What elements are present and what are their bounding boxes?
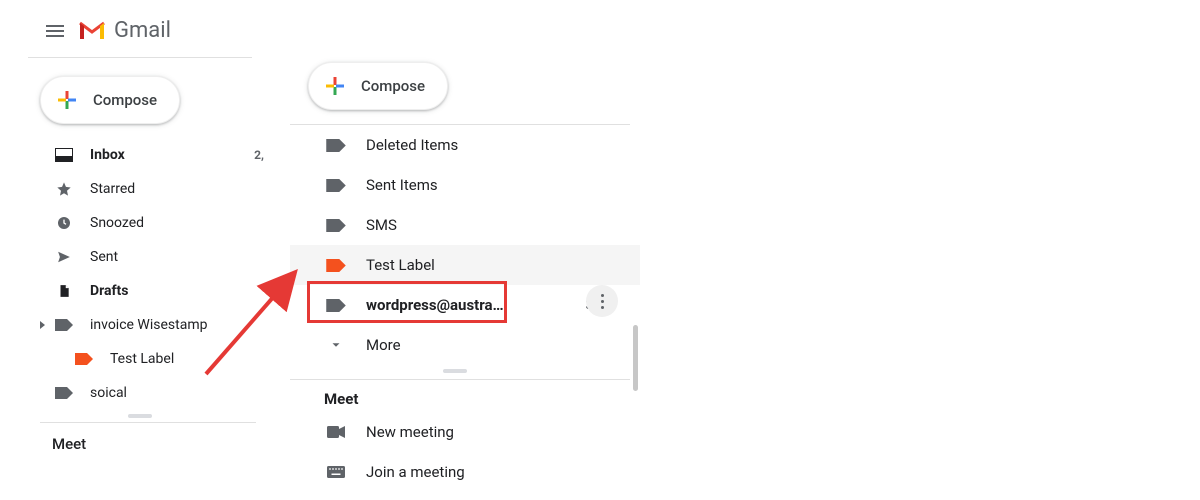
- label-icon: [326, 259, 346, 272]
- clock-icon: [56, 215, 72, 231]
- meet-new-meeting[interactable]: New meeting: [290, 412, 640, 452]
- gmail-m-icon: [78, 20, 106, 42]
- nav-soical[interactable]: soical: [0, 376, 280, 410]
- nav-test-label[interactable]: Test Label: [0, 342, 280, 376]
- label-options-button[interactable]: [586, 285, 618, 317]
- compose-label-right: Compose: [361, 77, 425, 95]
- resize-handle[interactable]: [0, 414, 280, 422]
- nav-soical-label: soical: [90, 385, 268, 401]
- more-label: More: [366, 336, 640, 354]
- nav-drafts[interactable]: Drafts: [0, 274, 280, 308]
- meet-join-meeting[interactable]: Join a meeting: [290, 452, 640, 492]
- nav-inbox-label: Inbox: [90, 147, 254, 163]
- main-menu-icon[interactable]: [46, 25, 64, 37]
- file-icon: [57, 283, 71, 299]
- nav-starred[interactable]: Starred: [0, 172, 280, 206]
- expand-caret-icon[interactable]: [40, 321, 45, 329]
- app-header: Gmail: [0, 0, 280, 57]
- label-sms-text: SMS: [366, 216, 640, 234]
- left-sidebar: Gmail Compose Inbox 2, Starred Snoozed S…: [0, 0, 280, 500]
- nav-test-label-text: Test Label: [110, 351, 268, 367]
- compose-button-right[interactable]: Compose: [308, 62, 448, 110]
- label-test-text: Test Label: [366, 256, 640, 274]
- label-deleted-items[interactable]: Deleted Items: [290, 125, 640, 165]
- scrollbar-thumb[interactable]: [633, 325, 638, 391]
- label-sms[interactable]: SMS: [290, 205, 640, 245]
- nav-drafts-label: Drafts: [90, 283, 268, 299]
- meet-section-header-right: Meet: [290, 380, 640, 412]
- app-name: Gmail: [114, 18, 171, 43]
- send-icon: [55, 250, 73, 264]
- plus-icon: [55, 88, 79, 112]
- meet-join-text: Join a meeting: [366, 463, 465, 481]
- nav-inbox[interactable]: Inbox 2,: [0, 138, 280, 172]
- right-labels-list: Deleted Items Sent Items SMS Test Label …: [290, 125, 640, 365]
- nav-invoice[interactable]: invoice Wisestamp: [0, 308, 280, 342]
- star-icon: [56, 181, 72, 197]
- label-icon: [326, 299, 346, 312]
- label-test-label[interactable]: Test Label: [290, 245, 640, 285]
- label-icon: [55, 387, 73, 399]
- nav-inbox-count: 2,: [254, 148, 264, 162]
- label-icon: [326, 219, 346, 232]
- label-wordpress-text: wordpress@austra…: [366, 296, 585, 314]
- label-icon: [326, 139, 346, 152]
- label-sent-text: Sent Items: [366, 176, 640, 194]
- label-sent-items[interactable]: Sent Items: [290, 165, 640, 205]
- keyboard-icon: [327, 466, 345, 478]
- chevron-down-icon: [329, 338, 343, 352]
- video-icon: [327, 426, 345, 438]
- inbox-icon: [55, 148, 73, 162]
- plus-icon: [323, 74, 347, 98]
- divider: [28, 57, 252, 58]
- right-sidebar-detail: Compose Deleted Items Sent Items SMS Tes…: [290, 52, 640, 500]
- resize-handle[interactable]: [290, 369, 620, 377]
- compose-label: Compose: [93, 91, 157, 109]
- meet-section-header: Meet: [0, 423, 280, 453]
- nav-starred-label: Starred: [90, 181, 268, 197]
- nav-invoice-label: invoice Wisestamp: [90, 317, 268, 333]
- meet-new-text: New meeting: [366, 423, 454, 441]
- nav-sent-label: Sent: [90, 249, 268, 265]
- label-icon: [55, 319, 73, 331]
- nav-snoozed[interactable]: Snoozed: [0, 206, 280, 240]
- gmail-logo[interactable]: Gmail: [78, 18, 171, 43]
- label-deleted-text: Deleted Items: [366, 136, 640, 154]
- label-icon: [75, 353, 93, 365]
- left-nav-list: Inbox 2, Starred Snoozed Sent Drafts inv…: [0, 138, 280, 410]
- more-toggle[interactable]: More: [290, 325, 640, 365]
- nav-snoozed-label: Snoozed: [90, 215, 268, 231]
- nav-sent[interactable]: Sent: [0, 240, 280, 274]
- compose-button[interactable]: Compose: [40, 76, 180, 124]
- label-icon: [326, 179, 346, 192]
